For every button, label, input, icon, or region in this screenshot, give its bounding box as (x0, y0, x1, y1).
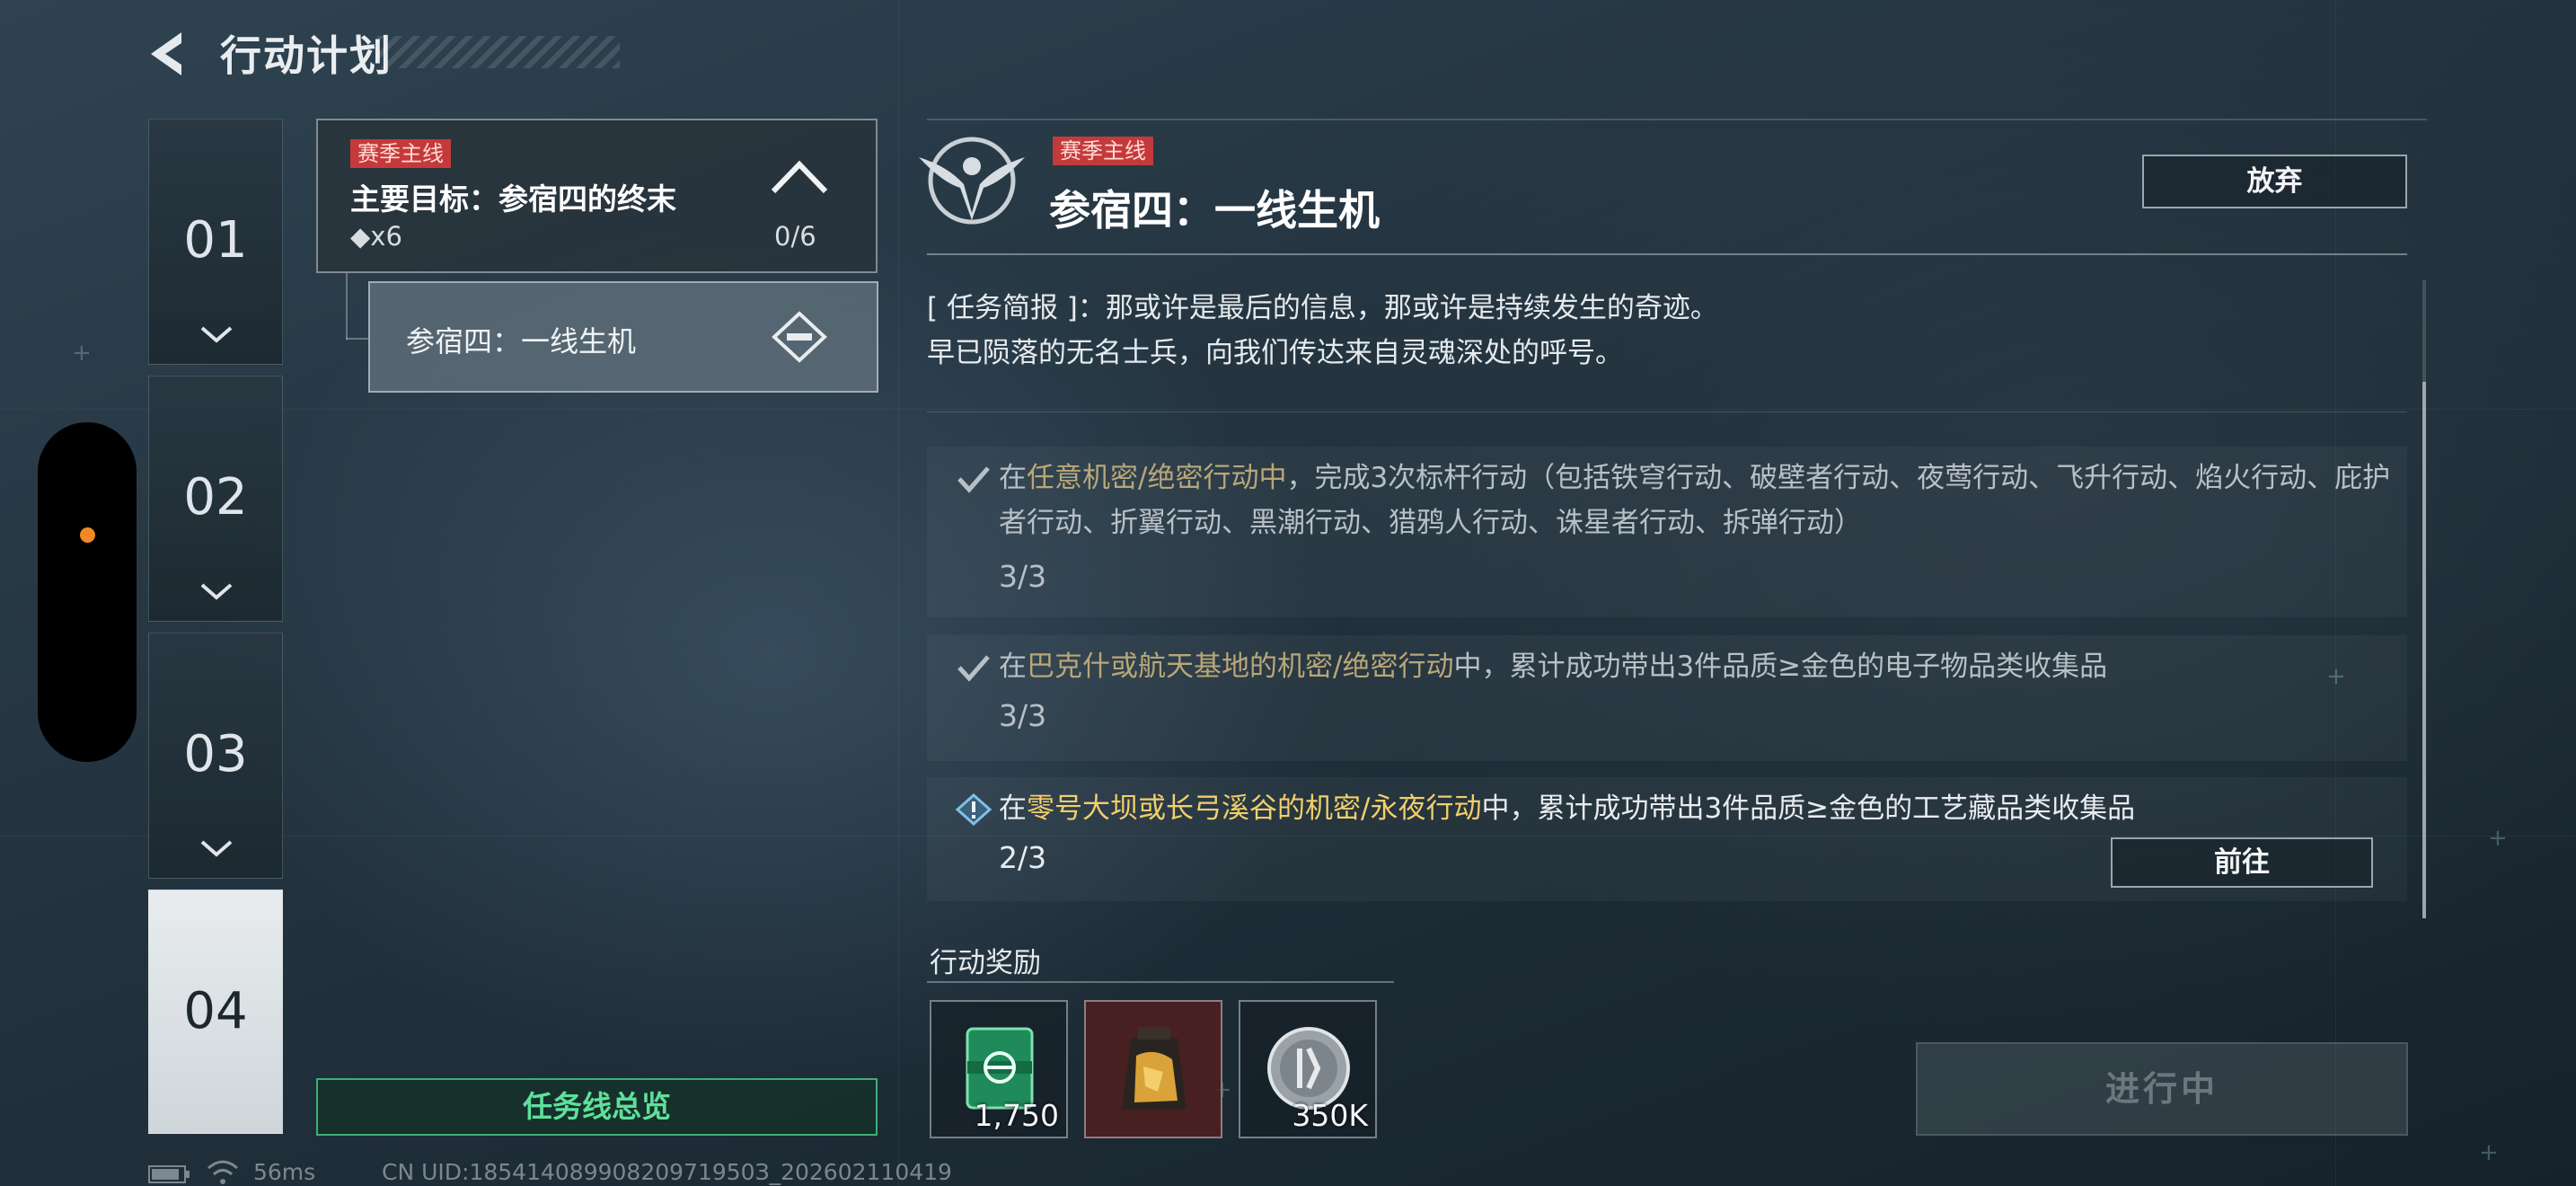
detail-frame (927, 119, 2427, 120)
crosshair-icon: + (2488, 825, 2508, 852)
tree-connector (346, 273, 348, 340)
questline-overview-button[interactable]: 任务线总览 (316, 1078, 878, 1136)
divider (927, 253, 2407, 255)
quest-main-target: 主要目标：参宿四的终末 (350, 181, 676, 217)
battery-icon (148, 1165, 190, 1183)
reward-amount: 1,750 (974, 1098, 1059, 1133)
abandon-button[interactable]: 放弃 (2142, 155, 2407, 208)
task-item-done: 在任意机密/绝密行动中，完成3次标杆行动（包括铁穹行动、破壁者行动、夜莺行动、飞… (927, 447, 2407, 617)
goto-button[interactable]: 前往 (2111, 837, 2373, 888)
chapter-number: 03 (183, 725, 248, 783)
task-description: 在巴克什或航天基地的机密/绝密行动中，累计成功带出3件品质≥金色的电子物品类收集… (999, 651, 2108, 683)
quest-reward: ◆x6 (350, 221, 402, 252)
ping-indicator: 56ms (253, 1159, 316, 1185)
task-highlight: 任意机密/绝密行动中 (1027, 462, 1287, 494)
reward-item[interactable]: 1,750 (930, 1000, 1068, 1138)
chevron-down-icon (200, 840, 233, 857)
reward-item[interactable]: 350K (1239, 1000, 1377, 1138)
mission-brief: [ 任务简报 ]：那或许是最后的信息，那或许是持续发生的奇迹。 早已陨落的无名士… (927, 286, 2382, 376)
quest-progress: 0/6 (774, 221, 816, 252)
checkmark-icon (957, 466, 990, 493)
chapter-number: 04 (183, 982, 248, 1040)
chapter-tab-02[interactable]: 02 (148, 376, 283, 622)
rewards-label: 行动奖励 (930, 947, 1041, 979)
task-highlight: 巴克什或航天基地的机密/绝密行动 (1027, 651, 1454, 683)
mission-title: 参宿四：一线生机 (1049, 186, 1380, 235)
gold-bag-icon (1122, 1027, 1187, 1110)
title-decoration (377, 36, 620, 68)
notification-dot (80, 527, 95, 543)
chapter-tab-03[interactable]: 03 (148, 633, 283, 879)
season-main-tag: 赛季主线 (350, 139, 451, 168)
page-title: 行动计划 (220, 31, 393, 80)
chapter-number: 01 (183, 211, 248, 270)
back-arrow-icon[interactable] (144, 27, 198, 81)
alert-diamond-icon (956, 793, 992, 826)
tree-connector (346, 338, 368, 340)
brief-line: 早已陨落的无名士兵，向我们传达来自灵魂深处的呼号。 (927, 337, 1623, 369)
chapter-tab-01[interactable]: 01 (148, 119, 283, 365)
task-count: 3/3 (999, 698, 1047, 733)
chapter-tab-04[interactable]: 04 (148, 890, 283, 1134)
side-floating-handle[interactable] (38, 422, 137, 762)
scrollbar-thumb[interactable] (2422, 382, 2426, 918)
reward-amount: 350K (1292, 1098, 1368, 1133)
task-count: 2/3 (999, 840, 1047, 875)
brief-line: [ 任务简报 ]：那或许是最后的信息，那或许是持续发生的奇迹。 (927, 292, 1718, 324)
task-count: 3/3 (999, 559, 1047, 594)
checkmark-icon (957, 655, 990, 682)
chevron-down-icon (200, 326, 233, 343)
sub-quest-label: 参宿四：一线生机 (406, 324, 637, 358)
user-uid: CN UID:18541408990820971950З_20260211041… (382, 1159, 952, 1185)
crosshair-icon: + (2479, 1139, 2499, 1166)
wifi-icon (207, 1160, 238, 1184)
eagle-emblem-icon (919, 137, 1025, 225)
season-main-tag: 赛季主线 (1053, 137, 1153, 165)
in-progress-button[interactable]: 进行中 (1916, 1042, 2408, 1136)
task-item-done: 在巴克什或航天基地的机密/绝密行动中，累计成功带出3件品质≥金色的电子物品类收集… (927, 635, 2407, 761)
chevron-up-icon[interactable] (768, 157, 831, 197)
track-diamond-icon[interactable] (771, 310, 828, 364)
crosshair-icon: + (72, 340, 92, 367)
grid-line (0, 409, 2576, 410)
grid-line (898, 0, 899, 1186)
divider (927, 981, 1394, 983)
reward-item[interactable] (1084, 1000, 1222, 1138)
chevron-down-icon (200, 583, 233, 600)
task-highlight: 零号大坝或长弓溪谷的机密/永夜行动 (1027, 792, 1482, 825)
chapter-number: 02 (183, 468, 248, 527)
task-description: 在零号大坝或长弓溪谷的机密/永夜行动中，累计成功带出3件品质≥金色的工艺藏品类收… (999, 792, 2136, 825)
task-description: 在任意机密/绝密行动中，完成3次标杆行动（包括铁穹行动、破壁者行动、夜莺行动、飞… (999, 462, 2391, 539)
